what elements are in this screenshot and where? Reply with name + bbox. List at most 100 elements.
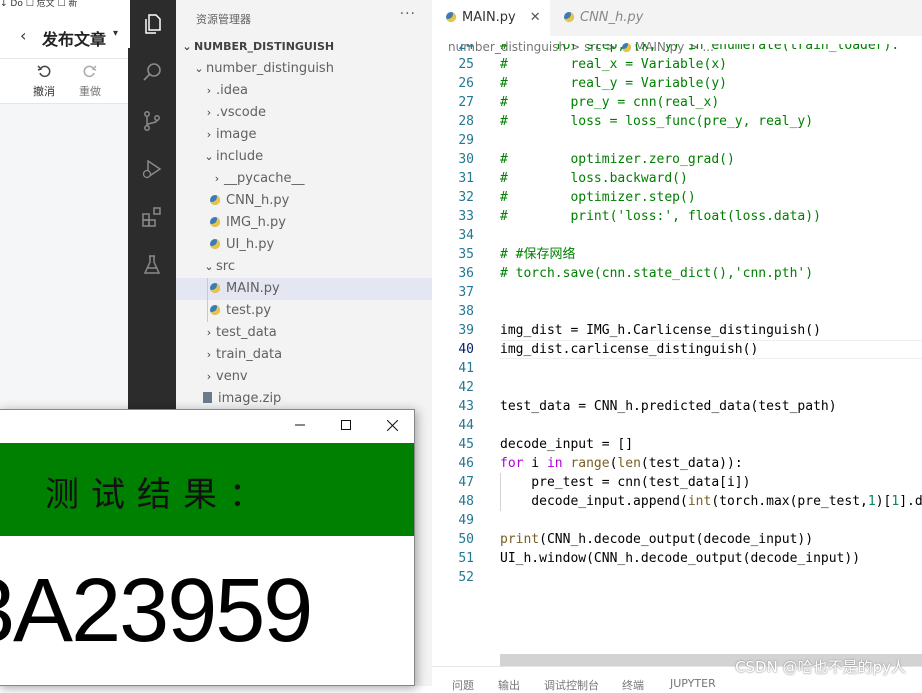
- line-number: 43: [458, 399, 474, 414]
- tree-item-label: image: [216, 127, 257, 142]
- line-number: 44: [458, 418, 474, 433]
- code-line[interactable]: 51 UI_h.window(CNN_h.decode_output(decode…: [432, 549, 922, 568]
- extensions-icon[interactable]: [128, 193, 176, 241]
- back-icon[interactable]: ‹: [20, 26, 26, 45]
- panel-tab-jupyter[interactable]: JUPYTER: [670, 677, 716, 690]
- line-number: 49: [458, 513, 474, 528]
- panel-tab-problems[interactable]: 问题: [452, 677, 474, 693]
- code-text: decode_input = []: [500, 437, 634, 452]
- code-line[interactable]: 44: [432, 416, 922, 435]
- panel-tab-output[interactable]: 输出: [498, 677, 520, 693]
- code-line[interactable]: 33 # print('loss:', float(loss.data)): [432, 207, 922, 226]
- search-icon[interactable]: [128, 48, 176, 96]
- code-line[interactable]: 45 decode_input = []: [432, 435, 922, 454]
- code-view[interactable]: 24 # for step, (x, y) in enumerate(train_…: [432, 44, 922, 664]
- code-line[interactable]: 41: [432, 359, 922, 378]
- code-line[interactable]: 27 # pre_y = cnn(real_x): [432, 93, 922, 112]
- folder-vscode[interactable]: › .vscode: [176, 102, 432, 124]
- line-number: 31: [458, 171, 474, 186]
- file-ui-h[interactable]: UI_h.py: [176, 234, 432, 256]
- workspace-root-label: NUMBER_DISTINGUISH: [194, 40, 335, 53]
- undo-button[interactable]: 撤消: [26, 63, 62, 99]
- workspace-root[interactable]: ⌄ NUMBER_DISTINGUISH: [176, 36, 432, 58]
- file-main[interactable]: MAIN.py: [176, 278, 432, 300]
- chevron-right-icon: ›: [206, 128, 212, 141]
- code-line[interactable]: 37: [432, 283, 922, 302]
- file-test[interactable]: test.py: [176, 300, 432, 322]
- chevron-right-icon: ›: [206, 84, 212, 97]
- folder-venv[interactable]: › venv: [176, 366, 432, 388]
- code-line[interactable]: 31 # loss.backward(): [432, 169, 922, 188]
- file-image-zip[interactable]: image.zip: [176, 388, 432, 410]
- python-file-icon: [210, 239, 220, 249]
- code-line[interactable]: 34: [432, 226, 922, 245]
- code-line[interactable]: 52: [432, 568, 922, 587]
- code-text: # torch.save(cnn.state_dict(),'cnn.pth'): [500, 266, 814, 281]
- panel-tab-debug-console[interactable]: 调试控制台: [544, 677, 599, 693]
- line-number: 51: [458, 551, 474, 566]
- folder-include[interactable]: ⌄ include: [176, 146, 432, 168]
- folder-number-distinguish[interactable]: ⌄ number_distinguish: [176, 58, 432, 80]
- tree-item-label: include: [216, 149, 264, 164]
- maximize-icon: [341, 420, 351, 430]
- python-file-icon: [210, 217, 220, 227]
- code-line[interactable]: 40 img_dist.carlicense_distinguish(): [432, 340, 922, 359]
- close-icon[interactable]: ✕: [530, 0, 541, 36]
- code-line[interactable]: 28 # loss = loss_func(pre_y, real_y): [432, 112, 922, 131]
- folder-src[interactable]: ⌄ src: [176, 256, 432, 278]
- code-line[interactable]: 42: [432, 378, 922, 397]
- code-line[interactable]: 29: [432, 131, 922, 150]
- close-button[interactable]: [369, 410, 414, 440]
- folder-image[interactable]: › image: [176, 124, 432, 146]
- editor-top-strip: ↓ Do ☐ 危文 ☐ 新: [0, 0, 128, 8]
- code-text: # optimizer.zero_grad(): [500, 152, 735, 167]
- code-line[interactable]: 36 # torch.save(cnn.state_dict(),'cnn.pth…: [432, 264, 922, 283]
- panel-tab-terminal[interactable]: 终端: [622, 677, 644, 693]
- code-line[interactable]: 50 print(CNN_h.decode_output(decode_input…: [432, 530, 922, 549]
- result-window: 测试结果： 3A23959: [0, 409, 415, 686]
- run-debug-icon[interactable]: [128, 145, 176, 193]
- undo-label: 撤消: [33, 85, 55, 98]
- window-titlebar[interactable]: [0, 410, 414, 440]
- line-number: 47: [458, 475, 474, 490]
- redo-button[interactable]: 重做: [72, 63, 108, 99]
- code-text: for i in range(len(test_data)):: [500, 456, 743, 471]
- chevron-down-icon: ⌄: [204, 150, 214, 163]
- code-line[interactable]: 48 decode_input.append(int(torch.max(pre…: [432, 492, 922, 511]
- tab-label: MAIN.py: [462, 10, 516, 25]
- chevron-right-icon: ›: [206, 348, 212, 361]
- code-line[interactable]: 47 pre_test = cnn(test_data[i]): [432, 473, 922, 492]
- result-title: 测试结果：: [45, 475, 275, 515]
- tab-main-py[interactable]: MAIN.py ✕: [432, 0, 550, 36]
- folder-pycache[interactable]: › __pycache__: [176, 168, 432, 190]
- code-line[interactable]: 49: [432, 511, 922, 530]
- minimize-button[interactable]: [277, 410, 323, 440]
- code-line[interactable]: 39 img_dist = IMG_h.Carlicense_distinguis…: [432, 321, 922, 340]
- code-line[interactable]: 35 # #保存网络: [432, 245, 922, 264]
- tree-item-label: src: [216, 259, 235, 274]
- code-line[interactable]: 25 # real_x = Variable(x): [432, 55, 922, 74]
- tab-cnn-h-py[interactable]: CNN_h.py: [550, 0, 660, 36]
- code-line[interactable]: 43 test_data = CNN_h.predicted_data(test_…: [432, 397, 922, 416]
- code-line[interactable]: 38: [432, 302, 922, 321]
- code-line[interactable]: 26 # real_y = Variable(y): [432, 74, 922, 93]
- more-actions-icon[interactable]: ···: [400, 6, 416, 22]
- folder-test-data[interactable]: › test_data: [176, 322, 432, 344]
- maximize-button[interactable]: [323, 410, 369, 440]
- code-line[interactable]: 46 for i in range(len(test_data)):: [432, 454, 922, 473]
- chevron-down-icon[interactable]: ▾: [113, 28, 118, 39]
- folder-idea[interactable]: › .idea: [176, 80, 432, 102]
- undo-icon: [26, 63, 62, 83]
- explorer-icon[interactable]: [128, 0, 176, 48]
- testing-flask-icon[interactable]: [128, 241, 176, 289]
- tree-item-label: test.py: [226, 303, 272, 318]
- file-cnn-h[interactable]: CNN_h.py: [176, 190, 432, 212]
- code-text: # loss = loss_func(pre_y, real_y): [500, 114, 814, 129]
- file-img-h[interactable]: IMG_h.py: [176, 212, 432, 234]
- source-control-icon[interactable]: [128, 97, 176, 145]
- redo-label: 重做: [79, 85, 101, 98]
- code-line[interactable]: 30 # optimizer.zero_grad(): [432, 150, 922, 169]
- code-line[interactable]: 24 # for step, (x, y) in enumerate(train_…: [432, 44, 922, 55]
- folder-train-data[interactable]: › train_data: [176, 344, 432, 366]
- code-line[interactable]: 32 # optimizer.step(): [432, 188, 922, 207]
